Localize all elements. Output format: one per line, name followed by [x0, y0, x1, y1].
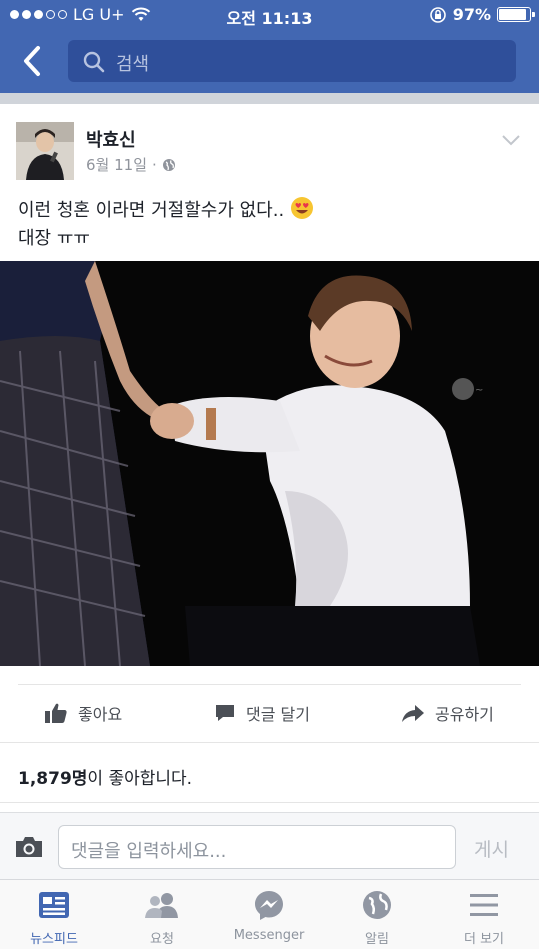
tab-more[interactable]: 더 보기: [430, 888, 538, 947]
post-text-line1: 이런 청혼 이라면 거절할수가 없다..: [18, 200, 285, 221]
concert-photo-image: ~: [0, 261, 539, 666]
like-button[interactable]: 좋아요: [44, 701, 122, 725]
comment-button[interactable]: 댓글 달기: [214, 701, 310, 725]
back-button[interactable]: [18, 44, 48, 78]
comment-input[interactable]: 댓글을 입력하세요...: [58, 825, 456, 869]
camera-icon[interactable]: [14, 835, 44, 859]
post-actions: 좋아요 댓글 달기 공유하기: [0, 688, 539, 738]
post-comment-button[interactable]: 게시: [474, 835, 509, 862]
comment-bar: 댓글을 입력하세요... 게시: [0, 812, 539, 879]
search-placeholder: 검색: [116, 54, 150, 75]
avatar-image: [16, 122, 74, 180]
orientation-lock-icon: [429, 6, 446, 23]
globe-icon: [363, 891, 391, 919]
tab-more-label: 더 보기: [463, 932, 504, 947]
friend-requests-icon: [145, 893, 178, 918]
post-meta: 6월 11일 ·: [86, 154, 176, 175]
share-button[interactable]: 공유하기: [401, 701, 494, 725]
tab-requests[interactable]: 요청: [108, 888, 216, 947]
actions-divider-bottom: [0, 742, 539, 743]
tab-bar: 뉴스피드 요청 Messenger 알림 더 보기: [0, 879, 539, 949]
post-text-line2: 대장 ㅠㅠ: [18, 228, 90, 249]
tab-newsfeed-label: 뉴스피드: [30, 932, 78, 947]
tab-requests-label: 요청: [150, 932, 174, 947]
comment-label: 댓글 달기: [246, 705, 310, 724]
likes-summary[interactable]: 1,879명이 좋아합니다.: [18, 764, 192, 789]
svg-text:~: ~: [475, 385, 483, 396]
heart-eyes-emoji-icon: [290, 197, 313, 219]
facebook-app: LG U+ 오전 11:13 97% 검색 박효신 6월 11일 · 이런 청혼…: [0, 0, 539, 949]
post-card: 박효신 6월 11일 · 이런 청혼 이라면 거절할수가 없다.. 대장 ㅠㅠ …: [0, 104, 539, 824]
share-label: 공유하기: [435, 705, 494, 724]
battery-percent: 97%: [452, 5, 491, 24]
battery-icon: [497, 7, 535, 22]
comment-placeholder: 댓글을 입력하세요...: [71, 841, 227, 862]
tab-newsfeed[interactable]: 뉴스피드: [0, 888, 108, 947]
top-bar: LG U+ 오전 11:13 97% 검색: [0, 0, 539, 93]
globe-icon: [162, 158, 175, 171]
post-options-chevron-down-icon[interactable]: [501, 134, 521, 146]
newsfeed-icon: [39, 892, 69, 918]
thumbs-up-icon: [45, 703, 67, 723]
comment-icon: [216, 705, 234, 721]
tab-messenger-label: Messenger: [233, 928, 305, 943]
status-right: 97%: [429, 5, 535, 24]
tab-notifications-label: 알림: [365, 932, 389, 947]
post-text: 이런 청혼 이라면 거절할수가 없다.. 대장 ㅠㅠ: [18, 196, 518, 253]
post-author[interactable]: 박효신: [86, 126, 136, 152]
meta-separator: ·: [152, 155, 157, 174]
menu-icon: [470, 894, 498, 916]
chevron-left-icon: [24, 46, 40, 76]
feed-separator: [0, 93, 539, 104]
status-bar: LG U+ 오전 11:13 97%: [0, 0, 539, 30]
search-input[interactable]: 검색: [68, 40, 516, 82]
post-photo[interactable]: ~: [0, 261, 539, 666]
search-icon: [83, 51, 105, 73]
actions-divider-top: [18, 684, 521, 685]
post-date[interactable]: 6월 11일: [86, 154, 147, 175]
likes-count: 1,879명: [18, 769, 88, 789]
avatar[interactable]: [16, 122, 74, 180]
messenger-icon: [255, 891, 283, 920]
share-icon: [402, 705, 424, 722]
tab-notifications[interactable]: 알림: [323, 888, 431, 947]
likes-suffix: 이 좋아합니다.: [87, 769, 193, 789]
likes-divider: [0, 802, 539, 803]
like-label: 좋아요: [78, 705, 123, 724]
tab-messenger[interactable]: Messenger: [215, 888, 323, 943]
